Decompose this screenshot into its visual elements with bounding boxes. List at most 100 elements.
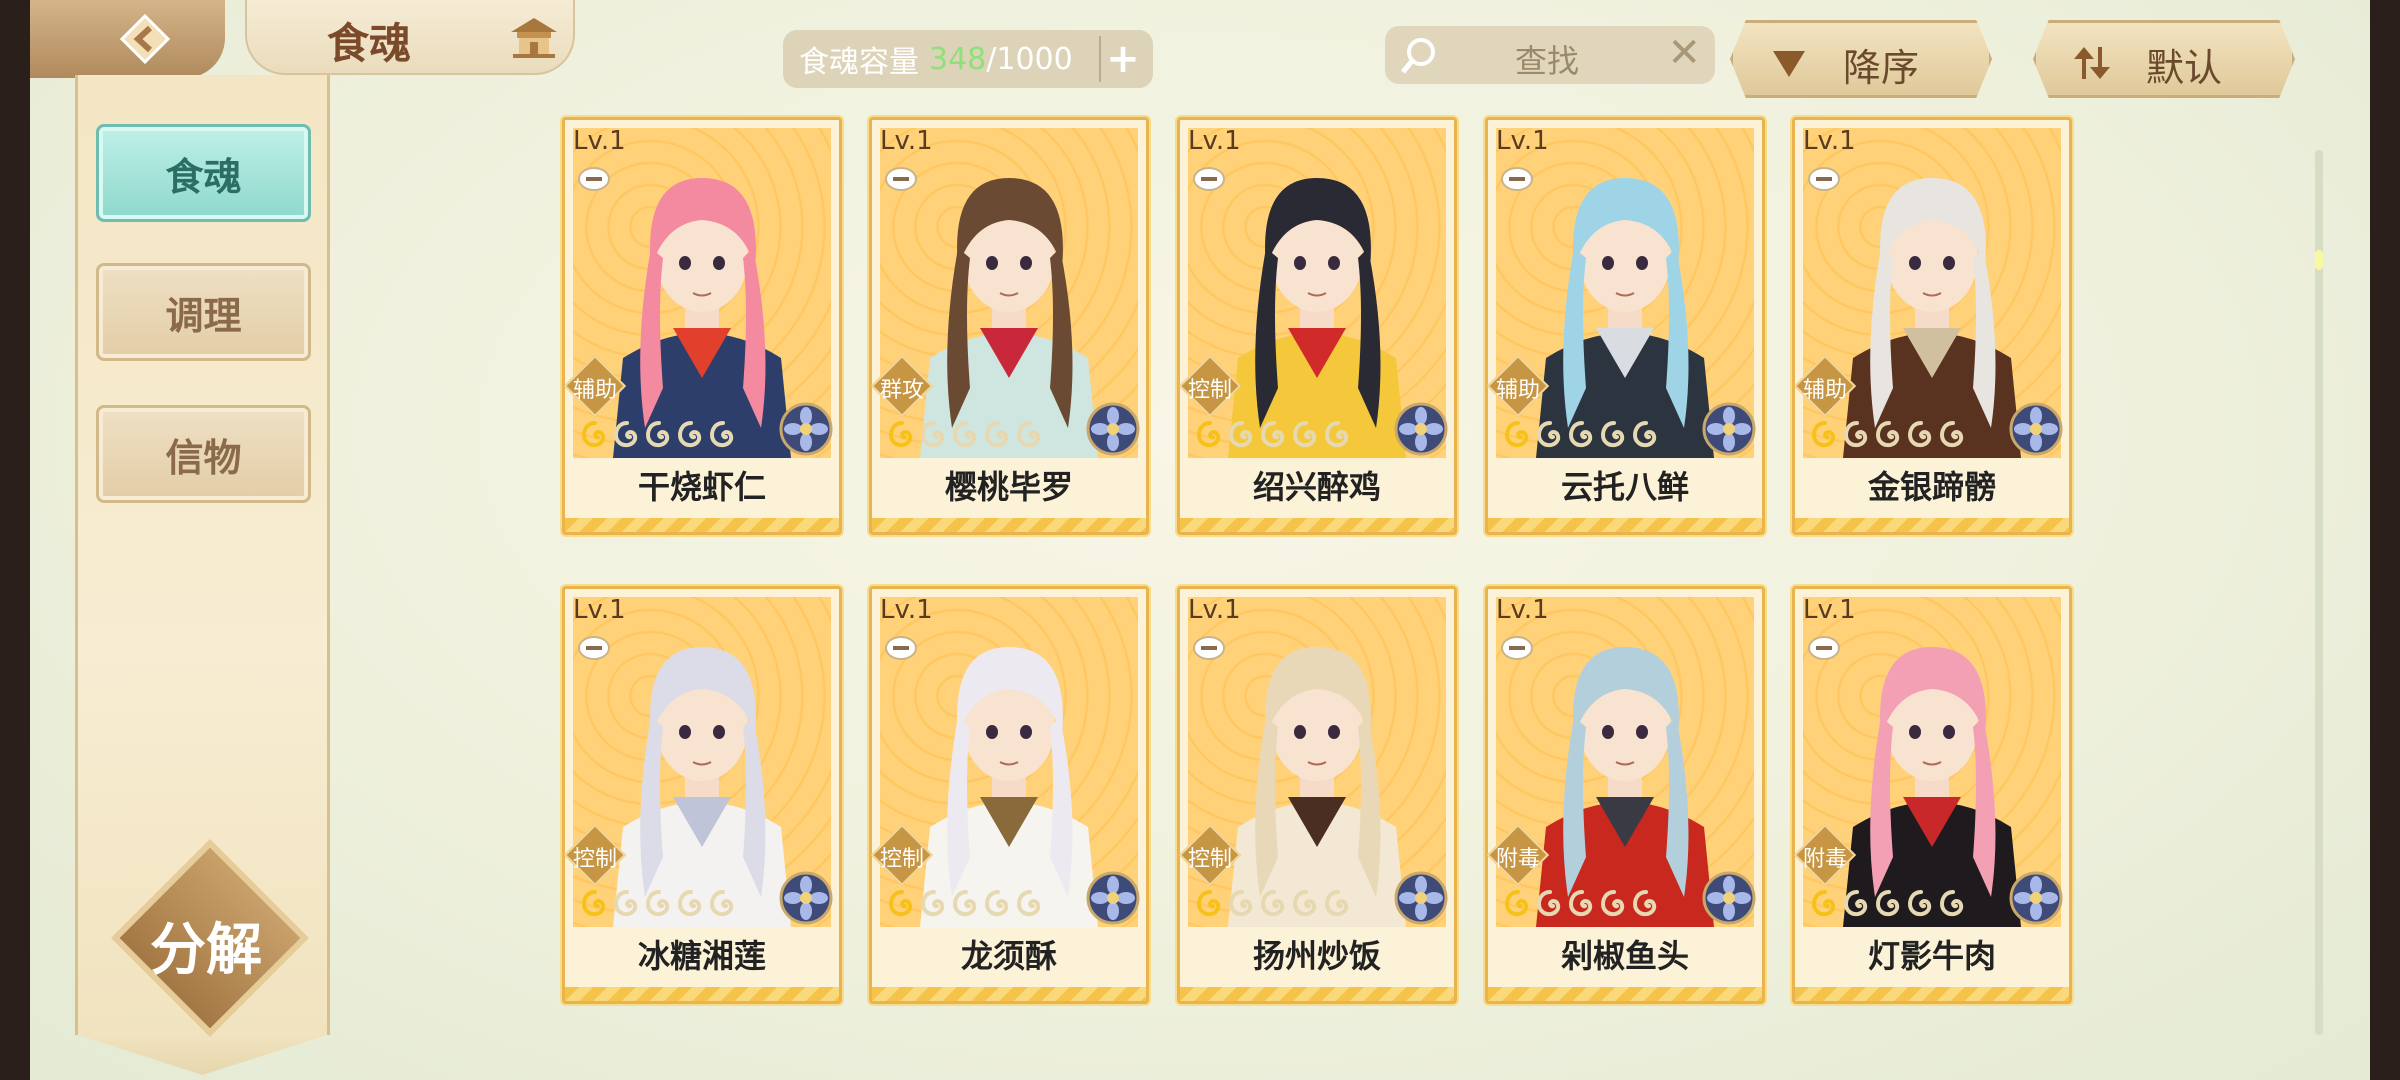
card-name: 樱桃毕罗 (944, 468, 1073, 506)
element-emblem-icon (1394, 871, 1448, 925)
home-icon[interactable] (509, 16, 559, 60)
role-label: 附毒 (1802, 847, 1847, 872)
food-soul-card[interactable]: Lv.1 控制 (1177, 117, 1457, 535)
card-footer-stripe (1795, 518, 2069, 532)
scrollbar-thumb[interactable] (2315, 250, 2323, 270)
star-icon (1292, 421, 1317, 448)
card-level: Lv.1 (1803, 595, 1856, 625)
card-level: Lv.1 (1188, 595, 1241, 625)
tab-tokens[interactable]: 信物 (96, 405, 311, 503)
star-icon (1811, 890, 1836, 917)
star-icon (1939, 421, 1964, 448)
role-badge: 群攻 (870, 354, 934, 418)
star-rating (1504, 889, 1660, 917)
card-name: 灯影牛肉 (1867, 937, 1996, 975)
card-footer-stripe (872, 518, 1146, 532)
star-icon (952, 890, 977, 917)
lock-icon[interactable] (1192, 166, 1226, 192)
star-icon (888, 421, 913, 448)
star-rating (1811, 889, 1967, 917)
card-level: Lv.1 (1496, 126, 1549, 156)
food-soul-card[interactable]: Lv.1 辅助 (1485, 117, 1765, 535)
tab-food-souls[interactable]: 食魂 (96, 124, 311, 222)
card-level: Lv.1 (573, 595, 626, 625)
lock-icon[interactable] (1807, 635, 1841, 661)
food-soul-card[interactable]: Lv.1 附毒 (1792, 586, 2072, 1004)
add-capacity-button[interactable]: + (1099, 36, 1145, 82)
star-rating (1196, 889, 1352, 917)
lock-icon[interactable] (1192, 635, 1226, 661)
lock-icon[interactable] (577, 635, 611, 661)
element-emblem-icon (1086, 871, 1140, 925)
back-arrow-icon (120, 14, 170, 64)
food-soul-card[interactable]: Lv.1 群攻 樱桃毕罗 (869, 117, 1149, 535)
star-icon (1504, 890, 1529, 917)
lock-icon[interactable] (1500, 166, 1534, 192)
star-icon (709, 890, 734, 917)
star-icon (1324, 421, 1349, 448)
role-label: 控制 (1187, 378, 1232, 403)
food-soul-card[interactable]: Lv.1 控制 (562, 586, 842, 1004)
role-badge: 辅助 (1793, 354, 1857, 418)
sort-mode-button[interactable]: 默认 (2033, 20, 2295, 98)
lock-icon[interactable] (1500, 635, 1534, 661)
food-soul-card[interactable]: Lv.1 控制 (1177, 586, 1457, 1004)
sort-order-button[interactable]: 降序 (1730, 20, 1992, 98)
star-icon (1196, 890, 1221, 917)
star-rating (581, 889, 737, 917)
star-icon (613, 890, 638, 917)
element-emblem-icon (1702, 871, 1756, 925)
back-button[interactable] (30, 0, 225, 78)
lock-icon[interactable] (884, 635, 918, 661)
food-soul-card[interactable]: Lv.1 附毒 (1485, 586, 1765, 1004)
star-icon (1260, 421, 1285, 448)
card-footer-stripe (1180, 987, 1454, 1001)
food-soul-card[interactable]: Lv.1 辅助 (562, 117, 842, 535)
food-soul-card[interactable]: Lv.1 控制 (869, 586, 1149, 1004)
card-footer-stripe (1488, 518, 1762, 532)
star-icon (1907, 890, 1932, 917)
role-badge: 控制 (1178, 354, 1242, 418)
role-label: 辅助 (1802, 378, 1847, 403)
element-emblem-icon (1702, 402, 1756, 456)
clear-icon[interactable]: ✕ (1667, 30, 1701, 76)
star-icon (1016, 421, 1041, 448)
lock-icon[interactable] (884, 166, 918, 192)
star-icon (1504, 421, 1529, 448)
decompose-label: 分解 (150, 917, 262, 983)
search-input[interactable]: 查找 ✕ (1385, 26, 1715, 84)
search-icon (1401, 38, 1435, 74)
card-name: 扬州炒饭 (1252, 937, 1381, 975)
star-icon (645, 421, 670, 448)
role-badge: 附毒 (1486, 823, 1550, 887)
star-icon (1875, 890, 1900, 917)
role-badge: 控制 (870, 823, 934, 887)
food-soul-card[interactable]: Lv.1 辅助 (1792, 117, 2072, 535)
game-screen: 食魂 食魂容量 348 /1000 + 查找 ✕ 降序 默认 食魂 调理 信物 … (30, 0, 2370, 1080)
star-icon (1632, 421, 1657, 448)
element-emblem-icon (2009, 871, 2063, 925)
element-emblem-icon (779, 871, 833, 925)
element-emblem-icon (1394, 402, 1448, 456)
star-icon (920, 421, 945, 448)
star-rating (581, 420, 737, 448)
lock-icon[interactable] (1807, 166, 1841, 192)
star-rating (1504, 420, 1660, 448)
lock-icon[interactable] (577, 166, 611, 192)
role-badge: 辅助 (1486, 354, 1550, 418)
star-icon (1016, 890, 1041, 917)
sort-mode-label: 默认 (2146, 46, 2223, 90)
star-icon (1536, 421, 1561, 448)
card-level: Lv.1 (880, 595, 933, 625)
scrollbar[interactable] (2315, 150, 2323, 1035)
role-badge: 附毒 (1793, 823, 1857, 887)
role-label: 附毒 (1495, 847, 1540, 872)
tab-seasoning[interactable]: 调理 (96, 263, 311, 361)
star-icon (1600, 890, 1625, 917)
card-name: 干烧虾仁 (637, 468, 766, 506)
star-icon (952, 421, 977, 448)
search-placeholder: 查找 (1515, 42, 1580, 80)
element-emblem-icon (2009, 402, 2063, 456)
star-rating (1196, 420, 1352, 448)
star-icon (1843, 421, 1868, 448)
